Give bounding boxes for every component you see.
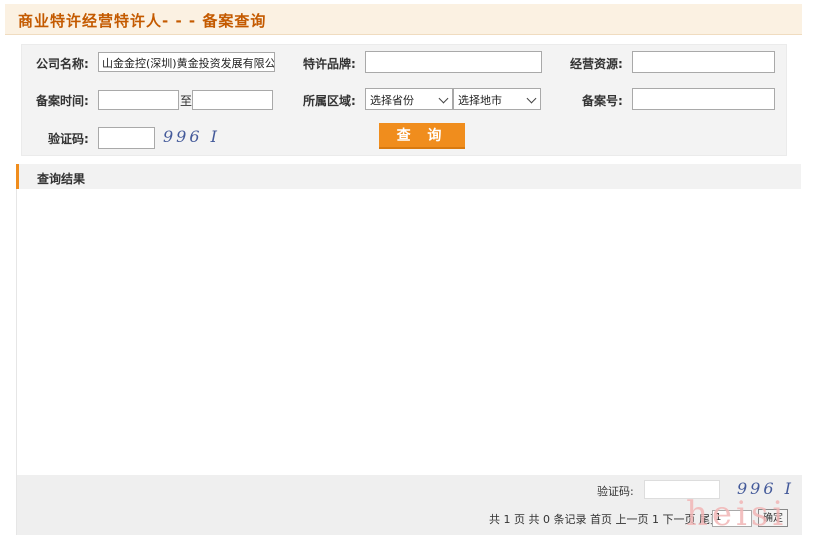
results-header: 查询结果 — [16, 164, 801, 189]
city-select-value: 选择地市 — [458, 94, 502, 107]
brand-input[interactable] — [365, 51, 542, 73]
record-no-label: 备案号: — [582, 94, 623, 108]
date-to-input[interactable] — [192, 90, 273, 110]
results-title: 查询结果 — [37, 172, 86, 186]
region-label: 所属区域: — [303, 94, 356, 108]
chevron-down-icon — [438, 93, 449, 104]
pagination-footer: 验证码: 996 I 共 1 页 共 0 条记录 首页 上一页 1 下一页 尾页… — [16, 475, 802, 535]
record-time-label: 备案时间: — [36, 94, 89, 108]
brand-label: 特许品牌: — [303, 57, 356, 71]
record-no-input[interactable] — [632, 88, 775, 110]
company-name-input[interactable]: 山金金控(深圳)黄金投资发展有限公司 — [98, 52, 275, 72]
watermark: heisi — [686, 494, 788, 534]
footer-captcha-label: 验证码: — [597, 485, 634, 498]
date-from-input[interactable] — [98, 90, 179, 110]
resource-label: 经营资源: — [570, 57, 623, 71]
city-select[interactable]: 选择地市 — [453, 88, 541, 110]
page-title: 商业特许经营特许人- - - 备案查询 — [18, 12, 267, 30]
captcha-input[interactable] — [98, 127, 155, 149]
company-name-label: 公司名称: — [36, 57, 89, 71]
resource-input[interactable] — [632, 51, 775, 73]
province-select[interactable]: 选择省份 — [365, 88, 453, 110]
page-header: 商业特许经营特许人- - - 备案查询 — [5, 4, 802, 35]
results-area — [16, 189, 802, 475]
chevron-down-icon — [526, 93, 537, 104]
province-select-value: 选择省份 — [370, 94, 414, 107]
captcha-image[interactable]: 996 I — [163, 127, 220, 146]
captcha-label: 验证码: — [48, 132, 89, 146]
date-separator: 至 — [180, 94, 193, 108]
query-button[interactable]: 查 询 — [379, 123, 465, 149]
